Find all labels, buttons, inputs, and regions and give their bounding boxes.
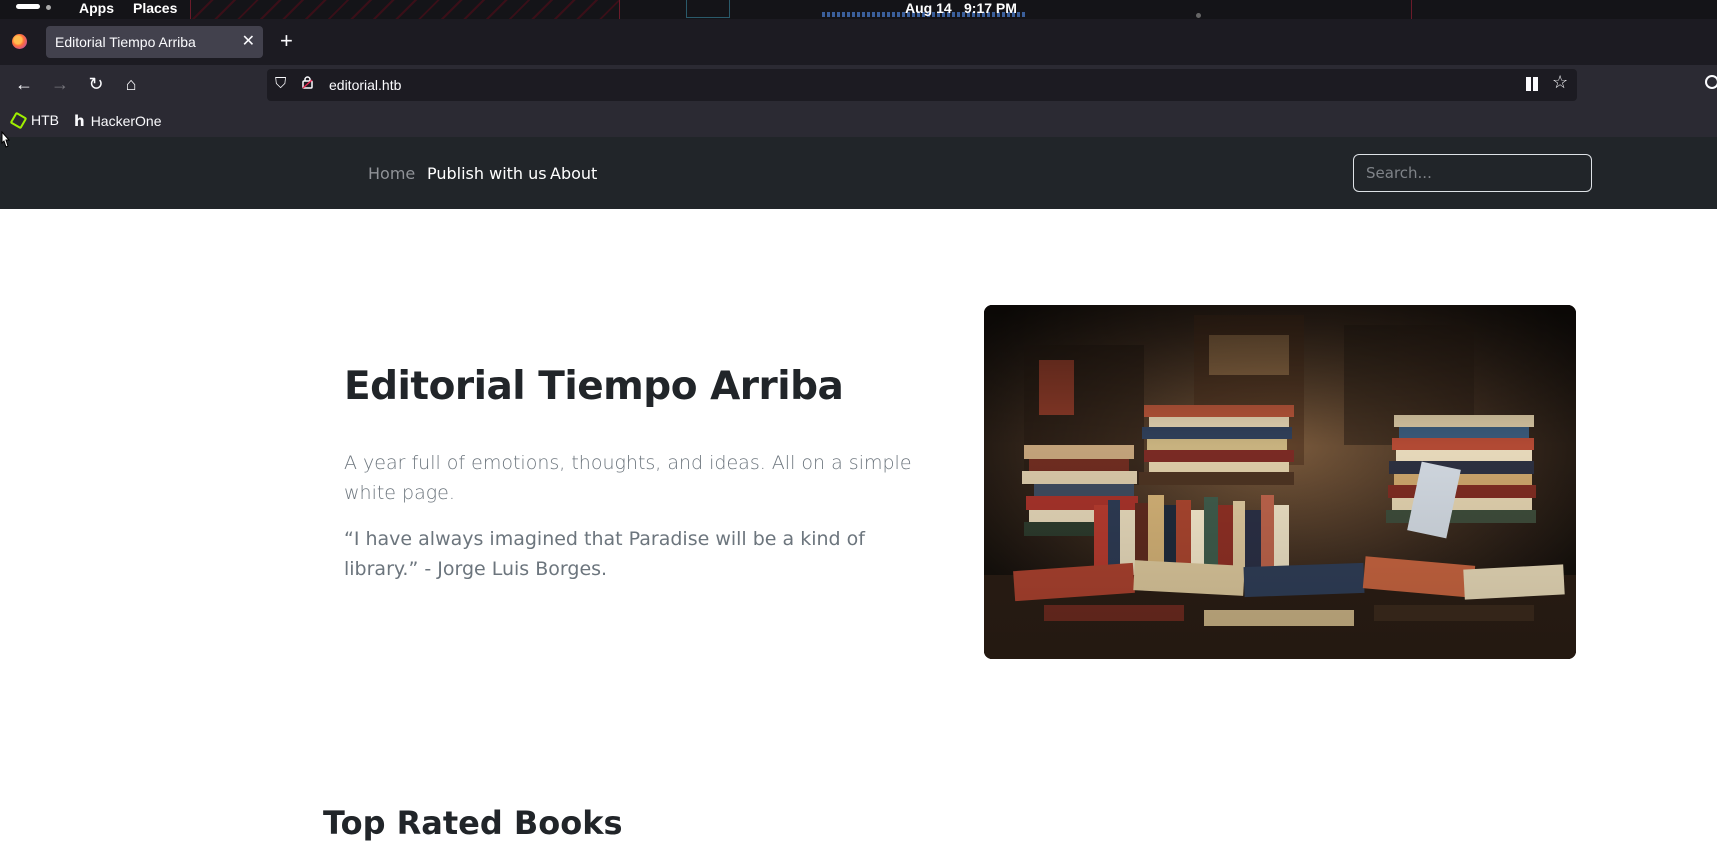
hero-quote: “I have always imagined that Paradise wi… (344, 528, 865, 580)
tab-editorial[interactable]: Editorial Tiempo Arriba ✕ (46, 26, 263, 58)
firefox-icon[interactable] (12, 34, 27, 49)
close-tab-icon[interactable]: ✕ (242, 31, 255, 51)
htb-cube-icon (9, 111, 28, 129)
bookmark-htb[interactable]: HTB (9, 111, 59, 129)
lock-icon[interactable] (302, 76, 313, 89)
places-menu[interactable]: Places (133, 0, 177, 16)
shield-icon[interactable]: ⛉ (275, 75, 286, 92)
panel-decoration (190, 0, 620, 19)
panel-decoration (686, 0, 730, 18)
new-tab-button[interactable]: + (280, 27, 293, 55)
bookmarks-bar: HTB h HackerOne (0, 105, 1717, 137)
hero-lead: A year full of emotions, thoughts, and i… (344, 452, 912, 504)
workspace-dot[interactable] (46, 5, 51, 10)
mouse-cursor-icon (1, 131, 10, 148)
panel-decoration (1196, 13, 1201, 18)
section-title: Top Rated Books (323, 804, 623, 842)
nav-publish-link[interactable]: Publish with us (427, 164, 547, 183)
clock-date[interactable]: Aug 14 (905, 0, 952, 16)
apps-menu[interactable]: Apps (79, 0, 114, 16)
address-bar[interactable]: ⛉ editorial.htb ☆ (267, 69, 1577, 101)
os-top-bar: Apps Places Aug 14 9:17 PM (0, 0, 1717, 19)
site-navbar: Home Publish with us About (0, 137, 1717, 209)
clock-time[interactable]: 9:17 PM (964, 0, 1017, 16)
workspace-indicator[interactable] (16, 4, 40, 9)
extensions-icon[interactable] (1705, 75, 1717, 89)
bookmark-hackerone[interactable]: h HackerOne (74, 112, 162, 130)
hackerone-icon: h (74, 112, 85, 130)
bookmark-label: HTB (31, 112, 59, 128)
reload-icon[interactable]: ↻ (84, 72, 108, 96)
bookmark-label: HackerOne (90, 113, 162, 129)
home-icon[interactable]: ⌂ (119, 72, 143, 96)
forward-icon[interactable]: → (48, 72, 72, 96)
tab-title: Editorial Tiempo Arriba (55, 34, 196, 50)
books-illustration (984, 305, 1576, 659)
qr-code-icon[interactable] (1526, 77, 1540, 91)
hero-books-image (984, 305, 1576, 659)
nav-home-link[interactable]: Home (368, 164, 415, 183)
url-text[interactable]: editorial.htb (329, 77, 401, 93)
browser-tab-strip: Editorial Tiempo Arriba ✕ + (0, 19, 1717, 65)
panel-decoration (1411, 0, 1412, 19)
browser-toolbar: ← → ↻ ⌂ ⛉ editorial.htb ☆ (0, 65, 1717, 105)
nav-about-link[interactable]: About (550, 164, 597, 183)
hero-title: Editorial Tiempo Arriba (344, 364, 844, 409)
search-input[interactable] (1353, 154, 1592, 192)
back-icon[interactable]: ← (12, 72, 36, 96)
bookmark-star-icon[interactable]: ☆ (1552, 72, 1568, 93)
